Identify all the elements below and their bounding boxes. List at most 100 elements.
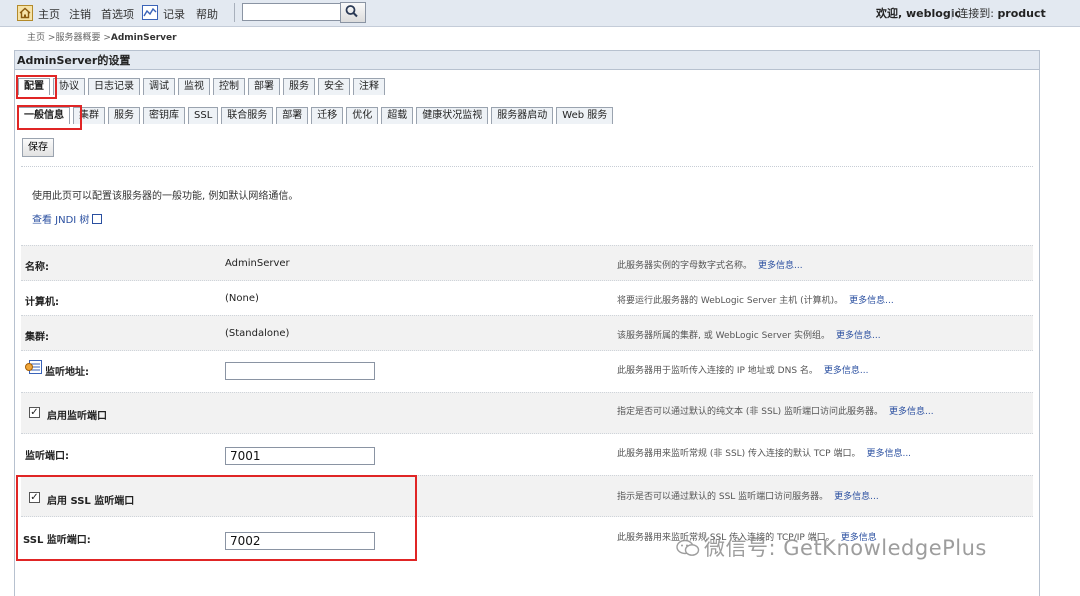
name-label: 名称: [25, 262, 49, 273]
toolbar-divider [234, 3, 235, 22]
nav-home-link[interactable]: 主页 [38, 6, 60, 22]
save-button[interactable]: 保存 [22, 138, 54, 157]
name-help: 此服务器实例的字母数字式名称。 更多信息... [617, 258, 803, 271]
cluster-value: (Standalone) [225, 328, 290, 339]
tab-services[interactable]: 服务 [283, 78, 315, 95]
connect-divider: | [950, 7, 954, 20]
breadcrumb-current: AdminServer [110, 33, 177, 43]
name-help-text: 此服务器实例的字母数字式名称。 [617, 261, 753, 271]
row-ssl-listen-port-enabled: ✓ 启用 SSL 监听端口 指示是否可以通过默认的 SSL 监听端口访问服务器。… [21, 475, 1033, 517]
watermark: 微信号: GetKnowledgePlus [676, 532, 987, 562]
listen-port-enabled-checkbox[interactable]: ✓ [29, 407, 40, 418]
cluster-help-text: 该服务器所属的集群, 或 WebLogic Server 实例组。 [617, 331, 830, 341]
config-table-icon [25, 360, 42, 374]
wechat-icon [676, 539, 700, 556]
tab-migration[interactable]: 迁移 [311, 107, 344, 124]
record-icon[interactable] [142, 5, 158, 20]
machine-more-info-link[interactable]: 更多信息... [849, 296, 894, 306]
jndi-tree-link[interactable]: 查看 JNDI 树 [32, 211, 103, 226]
search-input[interactable] [242, 3, 343, 21]
sub-tabs: 一般信息 集群 服务 密钥库 SSL 联合服务 部署 迁移 优化 超载 健康状况… [18, 107, 614, 124]
listen-port-enabled-help: 指定是否可以通过默认的纯文本 (非 SSL) 监听端口访问此服务器。 更多信息..… [617, 404, 934, 417]
home-icon[interactable] [17, 5, 33, 21]
ssl-listen-port-enabled-more-info-link[interactable]: 更多信息... [834, 492, 879, 502]
row-listen-port: 监听端口: 此服务器用来监听常规 (非 SSL) 传入连接的默认 TCP 端口。… [21, 433, 1033, 476]
listen-port-enabled-help-text: 指定是否可以通过默认的纯文本 (非 SSL) 监听端口访问此服务器。 [617, 407, 884, 417]
watermark-text: 微信号: GetKnowledgePlus [704, 536, 987, 560]
cluster-label: 集群: [25, 332, 49, 343]
ssl-listen-port-label: SSL 监听端口: [23, 535, 91, 546]
row-listen-address: 监听地址: 此服务器用于监听传入连接的 IP 地址或 DNS 名。 更多信息... [21, 350, 1033, 393]
divider [21, 166, 1033, 167]
machine-value: (None) [225, 293, 259, 304]
tab-web-services[interactable]: Web 服务 [556, 107, 614, 124]
cluster-help: 该服务器所属的集群, 或 WebLogic Server 实例组。 更多信息... [617, 328, 881, 341]
tab-cluster[interactable]: 集群 [73, 107, 105, 124]
connect-label: 连接到: [957, 7, 994, 20]
nav-preferences-link[interactable]: 首选项 [101, 6, 134, 22]
tab-notes[interactable]: 注释 [353, 78, 385, 95]
ssl-listen-port-enabled-help-text: 指示是否可以通过默认的 SSL 监听端口访问服务器。 [617, 492, 829, 502]
tab-protocols[interactable]: 协议 [53, 78, 85, 95]
listen-address-more-info-link[interactable]: 更多信息... [824, 366, 869, 376]
nav-help-link[interactable]: 帮助 [196, 6, 218, 22]
search-button[interactable] [340, 2, 366, 23]
listen-port-enabled-more-info-link[interactable]: 更多信息... [889, 407, 934, 417]
settings-panel: AdminServer的设置 配置 协议 日志记录 调试 监视 控制 部署 服务… [14, 50, 1040, 596]
page-description: 使用此页可以配置该服务器的一般功能, 例如默认网络通信。 [32, 191, 299, 202]
row-cluster: 集群: (Standalone) 该服务器所属的集群, 或 WebLogic S… [21, 315, 1033, 351]
row-machine: 计算机: (None) 将要运行此服务器的 WebLogic Server 主机… [21, 280, 1033, 316]
listen-address-help-text: 此服务器用于监听传入连接的 IP 地址或 DNS 名。 [617, 366, 818, 376]
top-toolbar: 主页 注销 首选项 记录 帮助 欢迎, weblogic | 连接到: prod… [0, 0, 1080, 27]
tab-overload[interactable]: 超载 [381, 107, 414, 124]
nav-record-link[interactable]: 记录 [163, 6, 185, 22]
tab-services-sub[interactable]: 服务 [108, 107, 140, 124]
listen-address-input[interactable] [225, 362, 375, 380]
welcome-text: 欢迎, weblogic [876, 7, 961, 20]
connection-info: | 连接到: product [950, 5, 1046, 21]
row-listen-port-enabled: ✓ 启用监听端口 指定是否可以通过默认的纯文本 (非 SSL) 监听端口访问此服… [21, 392, 1033, 434]
connect-domain: product [997, 7, 1046, 20]
tab-tuning[interactable]: 优化 [346, 107, 379, 124]
tab-security[interactable]: 安全 [318, 78, 350, 95]
tab-debug[interactable]: 调试 [143, 78, 175, 95]
jndi-link-text[interactable]: 查看 JNDI 树 [32, 215, 89, 226]
tab-configuration[interactable]: 配置 [18, 78, 50, 95]
breadcrumb-home[interactable]: 主页 [27, 33, 45, 43]
tab-logging[interactable]: 日志记录 [88, 78, 140, 95]
ssl-listen-port-input[interactable] [225, 532, 375, 550]
ssl-listen-port-enabled-label: 启用 SSL 监听端口 [47, 496, 135, 507]
ssl-listen-port-enabled-help: 指示是否可以通过默认的 SSL 监听端口访问服务器。 更多信息... [617, 489, 879, 502]
listen-address-label: 监听地址: [45, 367, 89, 378]
listen-port-enabled-label: 启用监听端口 [47, 411, 107, 422]
new-window-icon [92, 214, 103, 224]
tab-federation-services[interactable]: 联合服务 [221, 107, 274, 124]
machine-help-text: 将要运行此服务器的 WebLogic Server 主机 (计算机)。 [617, 296, 844, 306]
tab-deployments[interactable]: 部署 [248, 78, 280, 95]
ssl-listen-port-enabled-checkbox[interactable]: ✓ [29, 492, 40, 503]
panel-title: AdminServer的设置 [15, 51, 1039, 70]
name-more-info-link[interactable]: 更多信息... [758, 261, 803, 271]
breadcrumb: 主页 >服务器概要 >AdminServer [27, 30, 177, 43]
machine-label: 计算机: [25, 297, 59, 308]
cluster-more-info-link[interactable]: 更多信息... [836, 331, 881, 341]
tab-deployment[interactable]: 部署 [276, 107, 309, 124]
machine-help: 将要运行此服务器的 WebLogic Server 主机 (计算机)。 更多信息.… [617, 293, 894, 306]
listen-port-input[interactable] [225, 447, 375, 465]
nav-logout-link[interactable]: 注销 [69, 6, 91, 22]
main-tabs: 配置 协议 日志记录 调试 监视 控制 部署 服务 安全 注释 [18, 78, 385, 95]
listen-port-label: 监听端口: [25, 451, 69, 462]
listen-port-help: 此服务器用来监听常规 (非 SSL) 传入连接的默认 TCP 端口。 更多信息..… [617, 446, 911, 459]
breadcrumb-server-summary[interactable]: 服务器概要 [55, 33, 100, 43]
tab-keystores[interactable]: 密钥库 [143, 107, 185, 124]
tab-monitoring[interactable]: 监视 [178, 78, 210, 95]
name-value: AdminServer [225, 258, 290, 269]
tab-ssl[interactable]: SSL [188, 107, 219, 124]
tab-health-monitoring[interactable]: 健康状况监视 [416, 107, 489, 124]
tab-general[interactable]: 一般信息 [18, 107, 70, 124]
tab-server-start[interactable]: 服务器启动 [491, 107, 554, 124]
listen-port-help-text: 此服务器用来监听常规 (非 SSL) 传入连接的默认 TCP 端口。 [617, 449, 861, 459]
tab-control[interactable]: 控制 [213, 78, 245, 95]
listen-address-help: 此服务器用于监听传入连接的 IP 地址或 DNS 名。 更多信息... [617, 363, 869, 376]
listen-port-more-info-link[interactable]: 更多信息... [866, 449, 911, 459]
